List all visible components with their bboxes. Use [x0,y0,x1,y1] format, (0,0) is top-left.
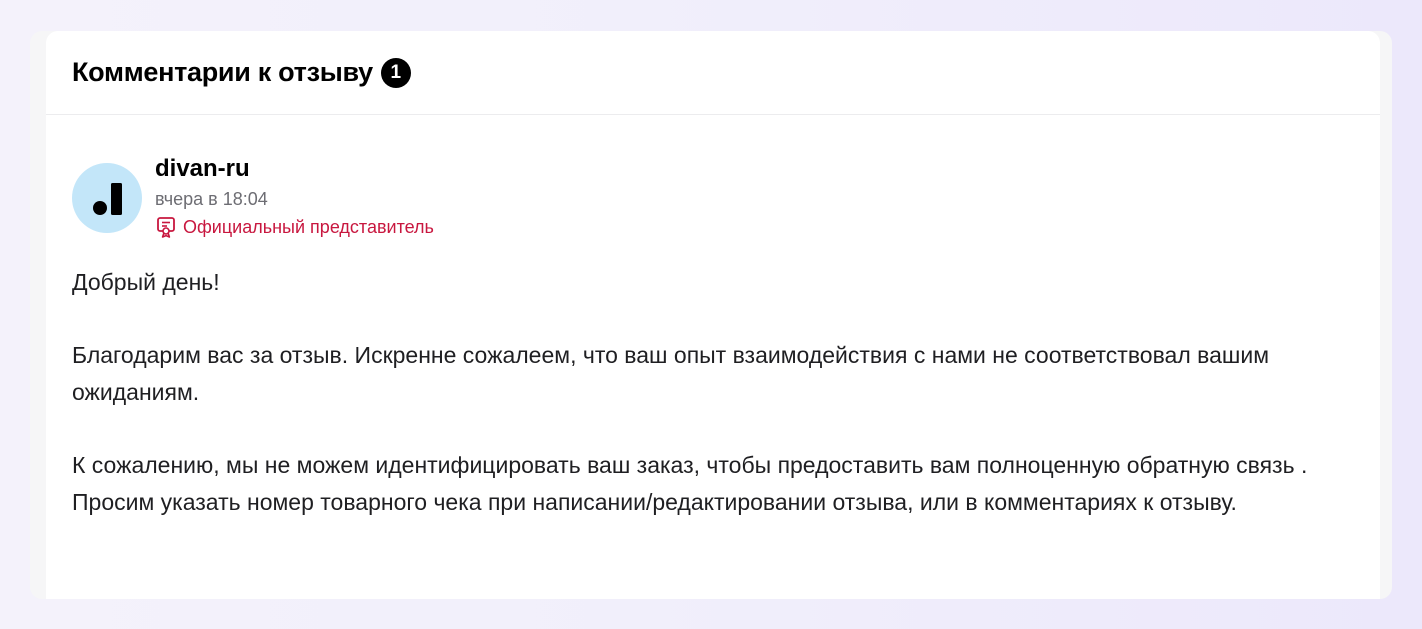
divan-logo-icon [93,183,122,215]
comment-author-row: divan-ru вчера в 18:04 Официальный предс… [72,155,1354,238]
avatar[interactable] [72,163,142,233]
comment-paragraph: Благодарим вас за отзыв. Искренне сожале… [72,342,1270,405]
comments-title: Комментарии к отзыву [72,57,373,87]
author-name[interactable]: divan-ru [155,155,434,183]
official-badge: Официальный представитель [155,216,434,238]
comment-body: Добрый день! Благодарим вас за отзыв. Ис… [72,264,1354,521]
comment-paragraph: Добрый день! [72,269,220,295]
author-meta: divan-ru вчера в 18:04 Официальный предс… [155,155,434,238]
certificate-icon [157,217,175,238]
comments-card: Комментарии к отзыву 1 divan-ru вчера в … [46,31,1380,599]
comments-header: Комментарии к отзыву 1 [46,31,1380,115]
official-representative-label: Официальный представитель [183,217,434,237]
comment-item: divan-ru вчера в 18:04 Официальный предс… [46,115,1380,521]
reviews-frame: Комментарии к отзыву 1 divan-ru вчера в … [30,31,1392,599]
comment-timestamp: вчера в 18:04 [155,189,268,209]
comment-paragraph: К сожалению, мы не можем идентифицироват… [72,452,1308,515]
comments-count-badge: 1 [380,57,411,88]
